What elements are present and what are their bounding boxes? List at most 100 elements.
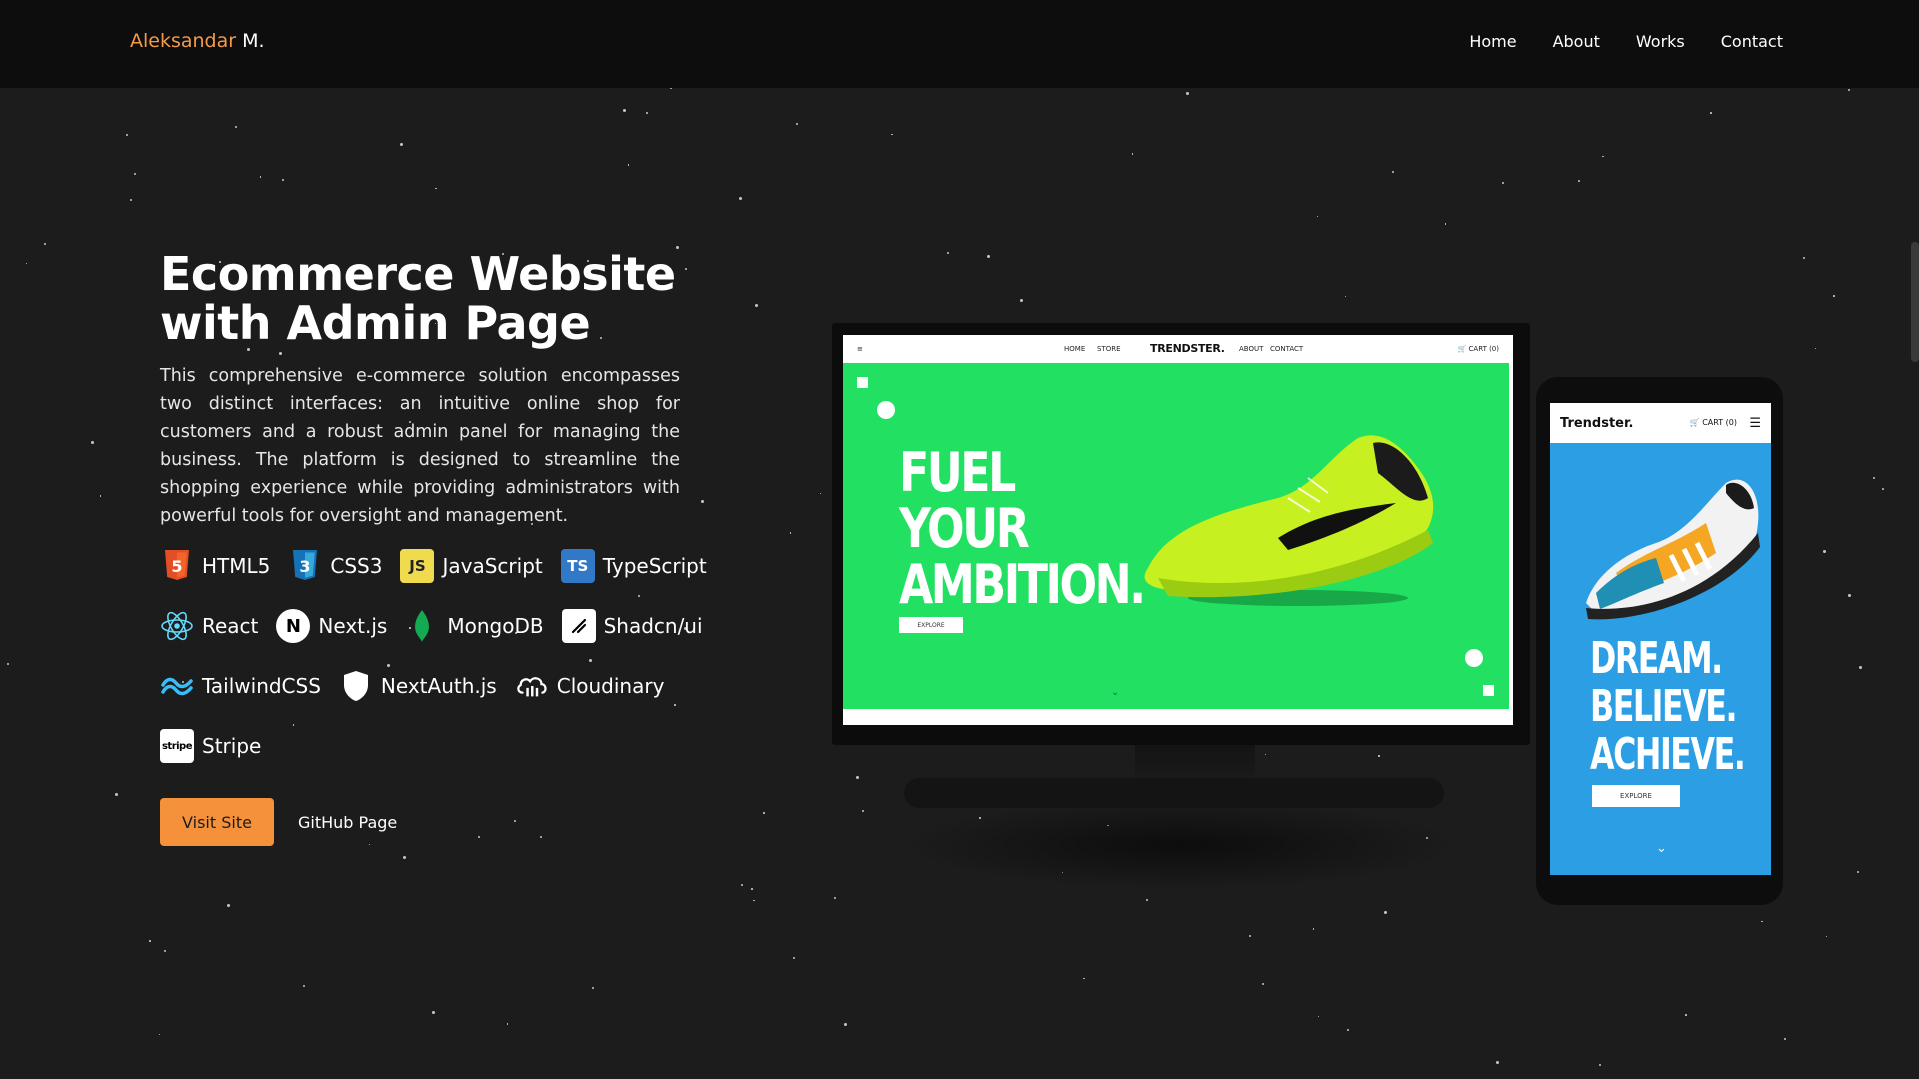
- star-dot: [163, 950, 166, 953]
- shadcn-icon: [561, 609, 596, 643]
- preview-menu-icon: ≡: [857, 345, 863, 353]
- hero-line: FUEL: [899, 441, 1016, 504]
- star-dot: [1685, 1014, 1687, 1016]
- star-dot: [1346, 1028, 1349, 1031]
- star-dot: [1599, 1064, 1602, 1067]
- brand-first-name: Aleksandar: [130, 30, 237, 52]
- star-dot: [751, 888, 753, 890]
- stand-shadow: [900, 800, 1460, 890]
- tech-item-stripe: stripe Stripe: [160, 728, 261, 764]
- star-dot: [399, 143, 403, 147]
- star-dot: [1710, 112, 1712, 114]
- star-dot: [1859, 666, 1863, 670]
- decor-dot: [1465, 649, 1483, 667]
- brand-logo[interactable]: Aleksandar M.: [130, 30, 265, 52]
- star-dot: [7, 662, 10, 665]
- scrollbar-thumb[interactable]: [1911, 242, 1919, 362]
- tech-label: NextAuth.js: [380, 674, 497, 698]
- star-dot: [947, 251, 950, 254]
- star-dot: [891, 133, 893, 136]
- star-dot: [1392, 171, 1395, 174]
- preview-logo: TRENDSTER.: [1150, 342, 1225, 355]
- tech-item-html5: 5 HTML5: [160, 548, 270, 584]
- star-dot: [90, 441, 94, 445]
- star-dot: [282, 179, 285, 182]
- nav-contact[interactable]: Contact: [1721, 32, 1783, 51]
- visit-site-button[interactable]: Visit Site: [160, 798, 274, 846]
- github-page-link[interactable]: GitHub Page: [298, 813, 397, 832]
- typescript-icon: TS: [560, 549, 595, 583]
- star-dot: [44, 242, 47, 245]
- hero-line: BELIEVE.: [1590, 681, 1738, 732]
- star-dot: [1378, 755, 1380, 757]
- mobile-mockup: Trendster. 🛒 CART (0) ☰ DREAM. BELIEVE. …: [1536, 377, 1783, 905]
- brand-last-initial: M.: [242, 30, 265, 52]
- star-dot: [755, 303, 759, 307]
- project-title: Ecommerce Website with Admin Page: [160, 250, 720, 348]
- tech-item-mongodb: MongoDB: [405, 608, 544, 644]
- star-dot: [115, 793, 119, 797]
- svg-text:5: 5: [171, 557, 182, 576]
- hero-line: AMBITION.: [899, 553, 1146, 616]
- desktop-screenshot: ≡ HOME STORE TRENDSTER. ABOUT CONTACT 🛒 …: [843, 335, 1513, 725]
- preview-cart-label: CART (0): [1468, 345, 1499, 353]
- star-dot: [739, 196, 743, 200]
- star-dot: [1312, 928, 1315, 930]
- star-dot: [1814, 347, 1817, 350]
- star-dot: [1578, 180, 1581, 183]
- star-dot: [1261, 983, 1264, 986]
- preview-nav-store: STORE: [1097, 345, 1121, 353]
- decor-square: [857, 377, 868, 388]
- star-dot: [789, 532, 792, 534]
- preview-navbar: ≡ HOME STORE TRENDSTER. ABOUT CONTACT 🛒 …: [843, 335, 1513, 363]
- star-dot: [1316, 215, 1319, 218]
- tech-item-css3: 3 CSS3: [288, 548, 382, 584]
- project-title-line1: Ecommerce Website: [160, 247, 676, 301]
- star-dot: [1802, 256, 1805, 259]
- star-dot: [1083, 977, 1085, 980]
- star-dot: [234, 125, 237, 128]
- preview-hero-headline: FUEL YOUR AMBITION.: [899, 441, 1146, 616]
- scroll-down-icon: ⌄: [1111, 687, 1120, 698]
- star-dot: [753, 899, 755, 902]
- star-dot: [987, 255, 991, 259]
- mobile-preview-cart: 🛒 CART (0): [1690, 418, 1737, 427]
- hero-line: YOUR: [899, 497, 1030, 560]
- star-dot: [302, 984, 305, 987]
- star-dot: [591, 987, 594, 990]
- tech-item-nextjs: N Next.js: [276, 608, 387, 644]
- mobile-preview-headline: DREAM. BELIEVE. ACHIEVE.: [1590, 633, 1746, 780]
- hamburger-menu-icon: ☰: [1749, 416, 1761, 431]
- tech-label: MongoDB: [447, 614, 544, 638]
- star-dot: [1249, 935, 1252, 938]
- tech-label: JavaScript: [442, 554, 543, 578]
- nav-home[interactable]: Home: [1469, 32, 1516, 51]
- hero-line: DREAM.: [1590, 633, 1723, 684]
- star-dot: [1882, 488, 1885, 491]
- mobile-screenshot: Trendster. 🛒 CART (0) ☰ DREAM. BELIEVE. …: [1550, 403, 1771, 875]
- star-dot: [1872, 476, 1875, 479]
- sneaker-image: [1586, 479, 1760, 620]
- tech-label: Stripe: [202, 734, 262, 758]
- star-dot: [1344, 295, 1347, 298]
- stripe-icon: stripe: [160, 729, 194, 763]
- tech-item-typescript: TS TypeScript: [560, 548, 707, 584]
- star-dot: [627, 164, 630, 166]
- tech-label: Shadcn/ui: [603, 614, 703, 638]
- star-dot: [1825, 935, 1828, 937]
- tech-stack-list: 5 HTML5 3 CSS3 JS JavaScript TS TypeScri…: [160, 548, 760, 764]
- tech-item-tailwind: TailwindCSS: [160, 668, 321, 704]
- star-dot: [149, 940, 151, 942]
- star-dot: [1823, 550, 1827, 554]
- project-description: This comprehensive e-commerce solution e…: [160, 366, 680, 526]
- nav-about[interactable]: About: [1553, 32, 1600, 51]
- hero-line: ACHIEVE.: [1590, 729, 1746, 780]
- star-dot: [435, 187, 437, 190]
- star-dot: [741, 883, 744, 886]
- mongodb-icon: [405, 609, 439, 643]
- project-title-line2: with Admin Page: [160, 296, 591, 350]
- star-dot: [861, 810, 864, 813]
- star-dot: [675, 246, 679, 250]
- nav-works[interactable]: Works: [1636, 32, 1685, 51]
- tech-item-nextauth: NextAuth.js: [339, 668, 497, 704]
